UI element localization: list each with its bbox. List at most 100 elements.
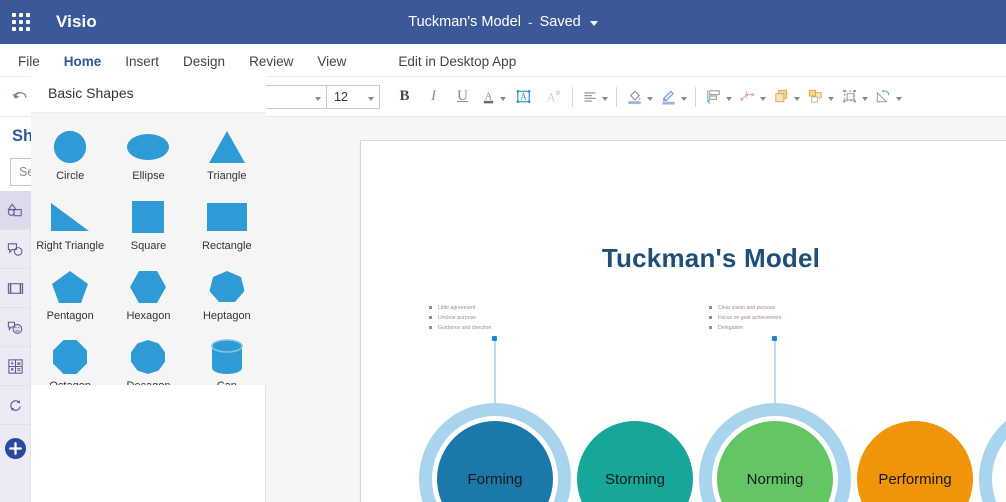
connector-icon	[740, 90, 754, 101]
diagram-title[interactable]: Tuckman's Model	[361, 243, 1006, 274]
heptagon-icon	[208, 265, 246, 309]
rail-item-callouts[interactable]	[0, 230, 31, 269]
add-shapes-button[interactable]	[0, 425, 31, 471]
fill-color-button[interactable]	[622, 82, 656, 112]
shape-item-decagon[interactable]: Decagon	[109, 335, 187, 385]
rail-item-arrows-cycle[interactable]	[0, 386, 31, 425]
chevron-down-icon[interactable]	[500, 96, 506, 101]
tab-design[interactable]: Design	[171, 51, 237, 76]
bring-forward-button[interactable]	[769, 82, 803, 112]
line-color-icon	[662, 90, 675, 105]
shape-item-circle[interactable]: Circle	[31, 125, 109, 195]
align-icon	[584, 91, 596, 102]
bullet-group-forming[interactable]: Little agreement Unclear purpose Guidanc…	[429, 303, 491, 333]
chevron-down-icon[interactable]	[726, 96, 732, 101]
svg-text:A: A	[547, 90, 556, 104]
save-status[interactable]: Saved	[540, 14, 581, 30]
shape-item-right-triangle[interactable]: Right Triangle	[31, 195, 109, 265]
app-launcher-button[interactable]	[0, 0, 42, 44]
connector-button[interactable]	[735, 82, 769, 112]
can-icon	[210, 335, 244, 379]
bold-button[interactable]: B	[390, 82, 419, 112]
text-box-button[interactable]: A	[509, 82, 538, 112]
line-color-button[interactable]	[656, 82, 690, 112]
shape-item-triangle[interactable]: Triangle	[188, 125, 266, 195]
undo-icon	[12, 91, 27, 99]
shape-item-pentagon[interactable]: Pentagon	[31, 265, 109, 335]
clear-formatting-icon: A	[547, 90, 560, 104]
chevron-down-icon[interactable]	[589, 20, 598, 26]
edit-in-desktop-app-link[interactable]: Edit in Desktop App	[386, 51, 528, 76]
position-icon	[707, 90, 720, 104]
svg-text:A: A	[520, 91, 527, 101]
chevron-down-icon[interactable]	[681, 96, 687, 101]
position-button[interactable]	[701, 82, 735, 112]
shape-item-rectangle[interactable]: Rectangle	[188, 195, 266, 265]
chevron-down-icon[interactable]	[896, 96, 902, 101]
connector-dot-forming[interactable]	[492, 336, 497, 341]
shape-label: Pentagon	[46, 310, 94, 322]
drawing-page[interactable]: Tuckman's Model Little agreement Unclear…	[360, 140, 1006, 502]
math-symbols-icon	[8, 358, 23, 374]
underline-button[interactable]: U	[448, 82, 477, 112]
shape-item-heptagon[interactable]: Heptagon	[188, 265, 266, 335]
shape-item-hexagon[interactable]: Hexagon	[109, 265, 187, 335]
app-name: Visio	[56, 12, 97, 31]
rotate-button[interactable]	[871, 82, 905, 112]
font-size-select[interactable]: 12	[326, 84, 380, 109]
chevron-down-icon[interactable]	[828, 96, 834, 101]
tab-file[interactable]: File	[6, 51, 52, 76]
canvas-area[interactable]: Tuckman's Model Little agreement Unclear…	[266, 117, 1006, 502]
title-separator: -	[527, 14, 533, 30]
align-button[interactable]	[578, 82, 611, 112]
tab-review[interactable]: Review	[237, 51, 305, 76]
octagon-icon	[52, 335, 88, 379]
stage-arc-partial-right[interactable]	[979, 403, 1006, 502]
bullet-item: Focus on goal achievement	[709, 313, 781, 323]
arrows-cycle-icon	[10, 399, 21, 411]
rail-item-containers[interactable]	[0, 269, 31, 308]
hexagon-icon	[128, 265, 168, 309]
font-size-value: 12	[334, 89, 348, 104]
rotate-icon	[876, 89, 890, 103]
app-launcher-grid-icon	[12, 13, 30, 31]
shape-item-ellipse[interactable]: Ellipse	[109, 125, 187, 195]
chevron-down-icon[interactable]	[862, 96, 868, 101]
chevron-down-icon[interactable]	[602, 96, 608, 101]
shape-item-can[interactable]: Can	[188, 335, 266, 385]
tab-view[interactable]: View	[305, 51, 358, 76]
shape-item-octagon[interactable]: Octagon	[31, 335, 109, 385]
shape-label: Rectangle	[202, 240, 252, 252]
select-icon	[843, 89, 856, 103]
rail-item-math-symbols[interactable]	[0, 347, 31, 386]
stage-bubble-storming[interactable]: Storming	[577, 421, 693, 502]
chevron-down-icon[interactable]	[794, 96, 800, 101]
connector-line-forming[interactable]	[494, 339, 496, 404]
rail-item-faces[interactable]	[0, 308, 31, 347]
stage-label: Storming	[604, 470, 666, 488]
shape-label: Octagon	[49, 380, 91, 385]
select-button[interactable]	[837, 82, 871, 112]
rectangle-icon	[206, 195, 248, 239]
group-button[interactable]	[803, 82, 837, 112]
italic-button[interactable]: I	[419, 82, 448, 112]
shape-label: Ellipse	[132, 170, 165, 182]
document-title[interactable]: Tuckman's Model	[408, 14, 521, 30]
shape-item-square[interactable]: Square	[109, 195, 187, 265]
rail-item-basic-shapes[interactable]	[0, 191, 31, 230]
connector-dot-norming[interactable]	[772, 336, 777, 341]
chevron-down-icon[interactable]	[760, 96, 766, 101]
shapes-category-rail	[0, 191, 31, 502]
connector-line-norming[interactable]	[774, 339, 776, 404]
circle-icon	[51, 125, 89, 169]
chevron-down-icon[interactable]	[647, 96, 653, 101]
shapes-group-basic-shapes[interactable]: Basic Shapes	[31, 74, 266, 113]
bullet-item: Unclear purpose	[429, 313, 491, 323]
font-color-button[interactable]: A	[477, 82, 509, 112]
tab-home[interactable]: Home	[52, 51, 114, 76]
bullet-group-norming[interactable]: Clear vision and purpose Focus on goal a…	[709, 303, 781, 333]
clear-formatting-button[interactable]: A	[538, 82, 567, 112]
stage-bubble-performing[interactable]: Performing	[857, 421, 973, 502]
bullet-item: Clear vision and purpose	[709, 303, 781, 313]
tab-insert[interactable]: Insert	[113, 51, 171, 76]
